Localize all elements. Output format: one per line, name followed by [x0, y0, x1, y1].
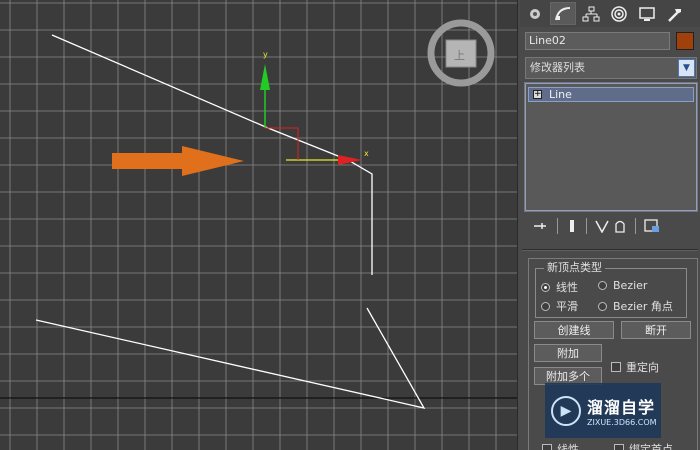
pin-stack-icon[interactable]: [529, 216, 551, 236]
radio-bezier-corner[interactable]: Bezier 角点: [598, 298, 673, 314]
create-tab[interactable]: [522, 2, 548, 25]
radio-label: 线性: [556, 281, 578, 294]
show-end-result-icon[interactable]: [564, 216, 580, 236]
viewport-canvas[interactable]: y x 上: [0, 0, 517, 450]
radio-label: Bezier 角点: [613, 300, 673, 313]
play-logo-icon: ▶: [551, 395, 581, 426]
configure-sets-icon[interactable]: [642, 216, 662, 236]
radio-dot: [598, 281, 607, 290]
radio-smooth[interactable]: 平滑: [541, 298, 578, 314]
watermark-url: ZIXUE.3D66.COM: [587, 418, 657, 427]
modify-icon: [555, 6, 571, 20]
create-line-button[interactable]: 创建线: [534, 321, 614, 339]
watermark-text: 溜溜自学 ZIXUE.3D66.COM: [587, 394, 657, 427]
panel-divider: [522, 249, 698, 251]
remove-modifier-icon[interactable]: [611, 216, 629, 236]
gizmo-plane-handle: [265, 127, 299, 142]
gizmo-x-label: x: [364, 149, 369, 158]
display-icon: [639, 6, 655, 21]
toolbar-separator: [635, 218, 636, 234]
gizmo-y-label: y: [263, 50, 268, 59]
viewcube-label: 上: [454, 49, 465, 62]
radio-dot: [598, 301, 607, 311]
radio-dot: [541, 301, 550, 311]
checkbox-label: 重定向: [626, 361, 659, 374]
utilities-tab[interactable]: [662, 2, 688, 25]
modifier-list-label: 修改器列表: [530, 61, 585, 74]
modifier-stack[interactable]: + Line: [524, 82, 698, 212]
radio-bezier[interactable]: Bezier: [598, 279, 647, 292]
new-vertex-type-group: 新顶点类型 线性 Bezier 平滑 Bezier 角点: [535, 262, 687, 318]
display-tab[interactable]: [634, 2, 660, 25]
checkbox-box: [611, 362, 621, 372]
reorient-checkbox[interactable]: 重定向: [611, 359, 659, 375]
stack-item-line[interactable]: + Line: [528, 87, 694, 102]
group-title: 新顶点类型: [544, 262, 605, 274]
motion-tab[interactable]: [606, 2, 632, 25]
object-name-row: Line02: [525, 32, 697, 50]
watermark-badge: ▶ 溜溜自学 ZIXUE.3D66.COM: [545, 383, 661, 438]
radio-dot: [541, 282, 550, 292]
utilities-icon: [668, 8, 681, 22]
viewcube[interactable]: 上: [427, 19, 495, 87]
bind-first-checkbox[interactable]: 绑定首点: [614, 441, 673, 450]
stack-item-label: Line: [549, 88, 572, 101]
command-panel-tabs: [520, 0, 700, 27]
top-viewport[interactable]: y x 上: [0, 0, 517, 450]
modify-tab[interactable]: [550, 2, 576, 25]
stack-toolbar: [525, 215, 697, 237]
checkbox-label: 线性: [557, 443, 579, 450]
viewport-grid: [0, 0, 517, 450]
modifier-list-dropdown[interactable]: 修改器列表 ▼: [525, 57, 697, 79]
linear-checkbox[interactable]: 线性: [542, 441, 579, 450]
make-unique-icon[interactable]: [593, 216, 611, 236]
toolbar-separator: [586, 218, 587, 234]
attach-button[interactable]: 附加: [534, 344, 602, 362]
move-gizmo: y x: [260, 50, 369, 165]
gizmo-x-arrowhead: [338, 155, 362, 165]
chevron-down-icon[interactable]: ▼: [678, 59, 695, 77]
annotation-arrow: [112, 146, 244, 176]
toolbar-separator: [557, 218, 558, 234]
watermark-title: 溜溜自学: [587, 398, 656, 417]
hierarchy-icon: [582, 6, 600, 21]
radio-label: Bezier: [613, 279, 648, 292]
spline-line02-lower: [35, 307, 426, 409]
checkbox-box: [542, 444, 552, 450]
motion-icon: [611, 5, 627, 22]
object-color-swatch[interactable]: [676, 32, 694, 50]
radio-label: 平滑: [556, 300, 578, 313]
checkbox-label: 绑定首点: [629, 443, 673, 450]
radio-linear[interactable]: 线性: [541, 279, 578, 295]
create-icon: [530, 8, 540, 19]
hierarchy-tab[interactable]: [578, 2, 604, 25]
expand-icon[interactable]: +: [533, 90, 542, 99]
break-button[interactable]: 断开: [621, 321, 691, 339]
gizmo-y-arrowhead: [260, 64, 270, 90]
checkbox-box: [614, 444, 624, 450]
object-name-field[interactable]: Line02: [525, 32, 670, 50]
